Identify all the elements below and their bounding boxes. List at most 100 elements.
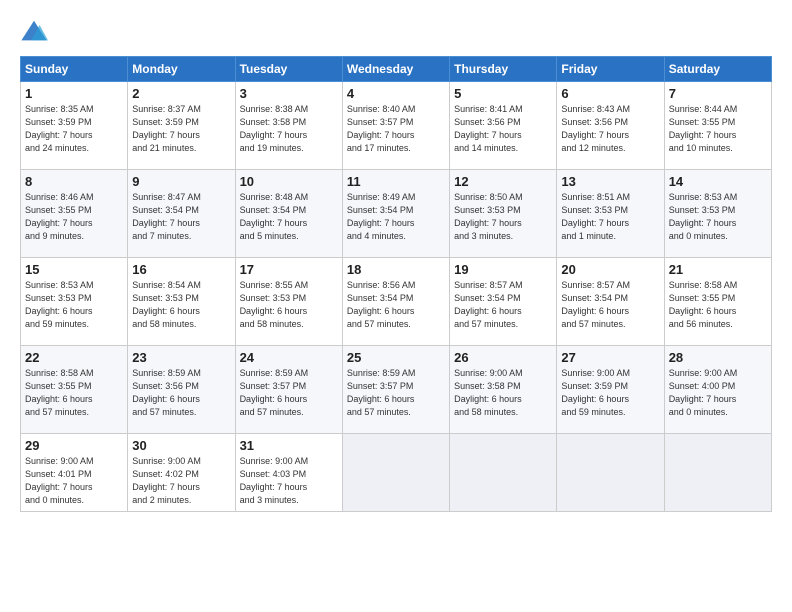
calendar-cell — [450, 434, 557, 512]
day-info: Sunrise: 8:46 AM Sunset: 3:55 PM Dayligh… — [25, 191, 123, 243]
calendar-body: 1 Sunrise: 8:35 AM Sunset: 3:59 PM Daylig… — [21, 82, 772, 512]
calendar-week-row: 29 Sunrise: 9:00 AM Sunset: 4:01 PM Dayli… — [21, 434, 772, 512]
calendar-table: SundayMondayTuesdayWednesdayThursdayFrid… — [20, 56, 772, 512]
day-number: 10 — [240, 174, 338, 189]
calendar-day-header: Friday — [557, 57, 664, 82]
day-number: 1 — [25, 86, 123, 101]
day-number: 14 — [669, 174, 767, 189]
calendar-cell: 15Sunrise: 8:53 AM Sunset: 3:53 PM Dayli… — [21, 258, 128, 346]
day-info: Sunrise: 9:00 AM Sunset: 4:03 PM Dayligh… — [240, 455, 338, 507]
day-number: 6 — [561, 86, 659, 101]
calendar-cell: 13 Sunrise: 8:51 AM Sunset: 3:53 PM Dayli… — [557, 170, 664, 258]
calendar-cell: 11 Sunrise: 8:49 AM Sunset: 3:54 PM Dayli… — [342, 170, 449, 258]
day-number: 16 — [132, 262, 230, 277]
calendar-week-row: 1 Sunrise: 8:35 AM Sunset: 3:59 PM Daylig… — [21, 82, 772, 170]
day-info: Sunrise: 8:55 AM Sunset: 3:53 PM Dayligh… — [240, 279, 338, 331]
calendar-day-header: Saturday — [664, 57, 771, 82]
day-number: 20 — [561, 262, 659, 277]
day-number: 29 — [25, 438, 123, 453]
day-info: Sunrise: 9:00 AM Sunset: 3:59 PM Dayligh… — [561, 367, 659, 419]
calendar-cell: 20 Sunrise: 8:57 AM Sunset: 3:54 PM Dayli… — [557, 258, 664, 346]
calendar-week-row: 15Sunrise: 8:53 AM Sunset: 3:53 PM Dayli… — [21, 258, 772, 346]
day-number: 12 — [454, 174, 552, 189]
calendar-cell: 1 Sunrise: 8:35 AM Sunset: 3:59 PM Daylig… — [21, 82, 128, 170]
calendar-cell: 17 Sunrise: 8:55 AM Sunset: 3:53 PM Dayli… — [235, 258, 342, 346]
calendar-cell: 28 Sunrise: 9:00 AM Sunset: 4:00 PM Dayli… — [664, 346, 771, 434]
day-info: Sunrise: 8:57 AM Sunset: 3:54 PM Dayligh… — [561, 279, 659, 331]
day-info: Sunrise: 8:59 AM Sunset: 3:57 PM Dayligh… — [347, 367, 445, 419]
calendar-cell: 6 Sunrise: 8:43 AM Sunset: 3:56 PM Daylig… — [557, 82, 664, 170]
day-info: Sunrise: 8:47 AM Sunset: 3:54 PM Dayligh… — [132, 191, 230, 243]
calendar-day-header: Sunday — [21, 57, 128, 82]
calendar-cell: 25 Sunrise: 8:59 AM Sunset: 3:57 PM Dayli… — [342, 346, 449, 434]
day-number: 13 — [561, 174, 659, 189]
calendar-cell: 29 Sunrise: 9:00 AM Sunset: 4:01 PM Dayli… — [21, 434, 128, 512]
calendar-cell — [557, 434, 664, 512]
day-number: 22 — [25, 350, 123, 365]
page: SundayMondayTuesdayWednesdayThursdayFrid… — [0, 0, 792, 612]
calendar-day-header: Tuesday — [235, 57, 342, 82]
day-info: Sunrise: 8:59 AM Sunset: 3:57 PM Dayligh… — [240, 367, 338, 419]
day-number: 5 — [454, 86, 552, 101]
calendar-cell: 30Sunrise: 9:00 AM Sunset: 4:02 PM Dayli… — [128, 434, 235, 512]
day-number: 25 — [347, 350, 445, 365]
day-info: Sunrise: 8:35 AM Sunset: 3:59 PM Dayligh… — [25, 103, 123, 155]
calendar-cell: 3 Sunrise: 8:38 AM Sunset: 3:58 PM Daylig… — [235, 82, 342, 170]
day-number: 19 — [454, 262, 552, 277]
calendar-cell: 16 Sunrise: 8:54 AM Sunset: 3:53 PM Dayli… — [128, 258, 235, 346]
calendar-cell: 23 Sunrise: 8:59 AM Sunset: 3:56 PM Dayli… — [128, 346, 235, 434]
day-info: Sunrise: 8:44 AM Sunset: 3:55 PM Dayligh… — [669, 103, 767, 155]
calendar-day-header: Monday — [128, 57, 235, 82]
day-number: 18 — [347, 262, 445, 277]
day-number: 30 — [132, 438, 230, 453]
day-number: 28 — [669, 350, 767, 365]
calendar-cell: 31 Sunrise: 9:00 AM Sunset: 4:03 PM Dayli… — [235, 434, 342, 512]
day-number: 8 — [25, 174, 123, 189]
day-info: Sunrise: 8:54 AM Sunset: 3:53 PM Dayligh… — [132, 279, 230, 331]
calendar-week-row: 22Sunrise: 8:58 AM Sunset: 3:55 PM Dayli… — [21, 346, 772, 434]
day-number: 26 — [454, 350, 552, 365]
day-info: Sunrise: 8:50 AM Sunset: 3:53 PM Dayligh… — [454, 191, 552, 243]
day-info: Sunrise: 8:40 AM Sunset: 3:57 PM Dayligh… — [347, 103, 445, 155]
day-number: 7 — [669, 86, 767, 101]
day-info: Sunrise: 8:49 AM Sunset: 3:54 PM Dayligh… — [347, 191, 445, 243]
day-info: Sunrise: 8:51 AM Sunset: 3:53 PM Dayligh… — [561, 191, 659, 243]
day-number: 15 — [25, 262, 123, 277]
calendar-cell: 27Sunrise: 9:00 AM Sunset: 3:59 PM Dayli… — [557, 346, 664, 434]
day-info: Sunrise: 8:37 AM Sunset: 3:59 PM Dayligh… — [132, 103, 230, 155]
calendar-cell: 8 Sunrise: 8:46 AM Sunset: 3:55 PM Daylig… — [21, 170, 128, 258]
day-number: 23 — [132, 350, 230, 365]
day-number: 24 — [240, 350, 338, 365]
day-info: Sunrise: 8:48 AM Sunset: 3:54 PM Dayligh… — [240, 191, 338, 243]
calendar-cell: 12 Sunrise: 8:50 AM Sunset: 3:53 PM Dayli… — [450, 170, 557, 258]
calendar-cell: 4Sunrise: 8:40 AM Sunset: 3:57 PM Daylig… — [342, 82, 449, 170]
calendar-cell: 7 Sunrise: 8:44 AM Sunset: 3:55 PM Daylig… — [664, 82, 771, 170]
day-info: Sunrise: 8:41 AM Sunset: 3:56 PM Dayligh… — [454, 103, 552, 155]
calendar-cell: 14Sunrise: 8:53 AM Sunset: 3:53 PM Dayli… — [664, 170, 771, 258]
day-info: Sunrise: 8:58 AM Sunset: 3:55 PM Dayligh… — [669, 279, 767, 331]
day-number: 11 — [347, 174, 445, 189]
calendar-cell: 21Sunrise: 8:58 AM Sunset: 3:55 PM Dayli… — [664, 258, 771, 346]
calendar-cell: 9 Sunrise: 8:47 AM Sunset: 3:54 PM Daylig… — [128, 170, 235, 258]
day-number: 17 — [240, 262, 338, 277]
day-info: Sunrise: 8:57 AM Sunset: 3:54 PM Dayligh… — [454, 279, 552, 331]
logo-icon — [20, 18, 48, 46]
day-number: 3 — [240, 86, 338, 101]
calendar-cell: 10 Sunrise: 8:48 AM Sunset: 3:54 PM Dayli… — [235, 170, 342, 258]
calendar-cell: 24 Sunrise: 8:59 AM Sunset: 3:57 PM Dayli… — [235, 346, 342, 434]
calendar-cell: 26 Sunrise: 9:00 AM Sunset: 3:58 PM Dayli… — [450, 346, 557, 434]
day-info: Sunrise: 8:43 AM Sunset: 3:56 PM Dayligh… — [561, 103, 659, 155]
day-number: 2 — [132, 86, 230, 101]
day-info: Sunrise: 9:00 AM Sunset: 3:58 PM Dayligh… — [454, 367, 552, 419]
day-info: Sunrise: 8:59 AM Sunset: 3:56 PM Dayligh… — [132, 367, 230, 419]
day-info: Sunrise: 8:56 AM Sunset: 3:54 PM Dayligh… — [347, 279, 445, 331]
calendar-cell: 19 Sunrise: 8:57 AM Sunset: 3:54 PM Dayli… — [450, 258, 557, 346]
day-number: 31 — [240, 438, 338, 453]
header — [20, 18, 772, 46]
day-info: Sunrise: 9:00 AM Sunset: 4:01 PM Dayligh… — [25, 455, 123, 507]
day-info: Sunrise: 9:00 AM Sunset: 4:00 PM Dayligh… — [669, 367, 767, 419]
day-info: Sunrise: 8:38 AM Sunset: 3:58 PM Dayligh… — [240, 103, 338, 155]
calendar-cell: 2 Sunrise: 8:37 AM Sunset: 3:59 PM Daylig… — [128, 82, 235, 170]
calendar-cell — [342, 434, 449, 512]
day-number: 9 — [132, 174, 230, 189]
